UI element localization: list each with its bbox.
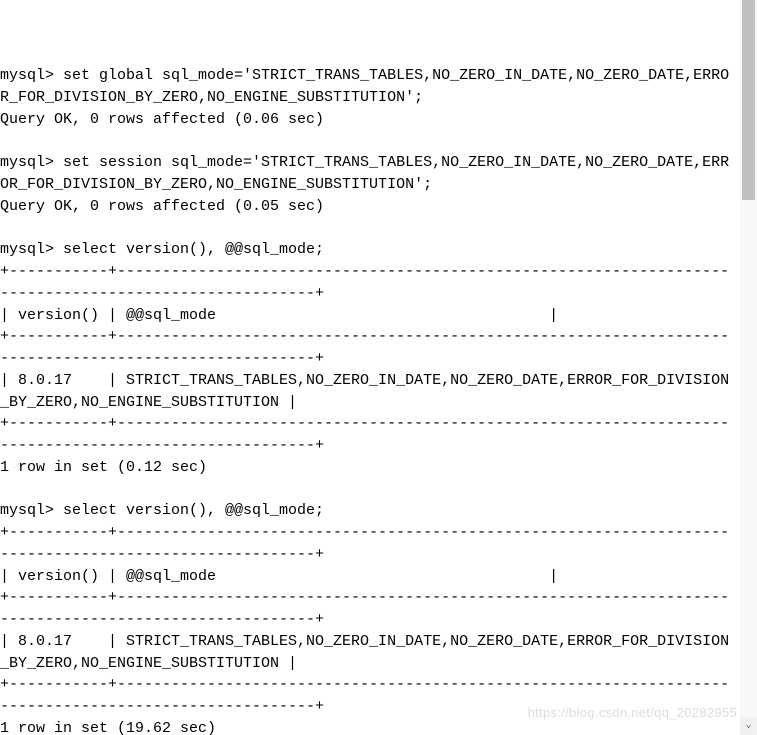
scrollbar-track[interactable] <box>740 0 757 735</box>
chevron-down-icon: ⌄ <box>745 719 751 734</box>
scrollbar-down-button[interactable]: ⌄ <box>740 718 757 735</box>
terminal-content: mysql> set global sql_mode='STRICT_TRANS… <box>0 44 736 735</box>
terminal-area[interactable]: mysql> set global sql_mode='STRICT_TRANS… <box>0 0 736 735</box>
scrollbar[interactable]: ⌄ <box>740 0 757 735</box>
scrollbar-thumb[interactable] <box>742 0 755 200</box>
